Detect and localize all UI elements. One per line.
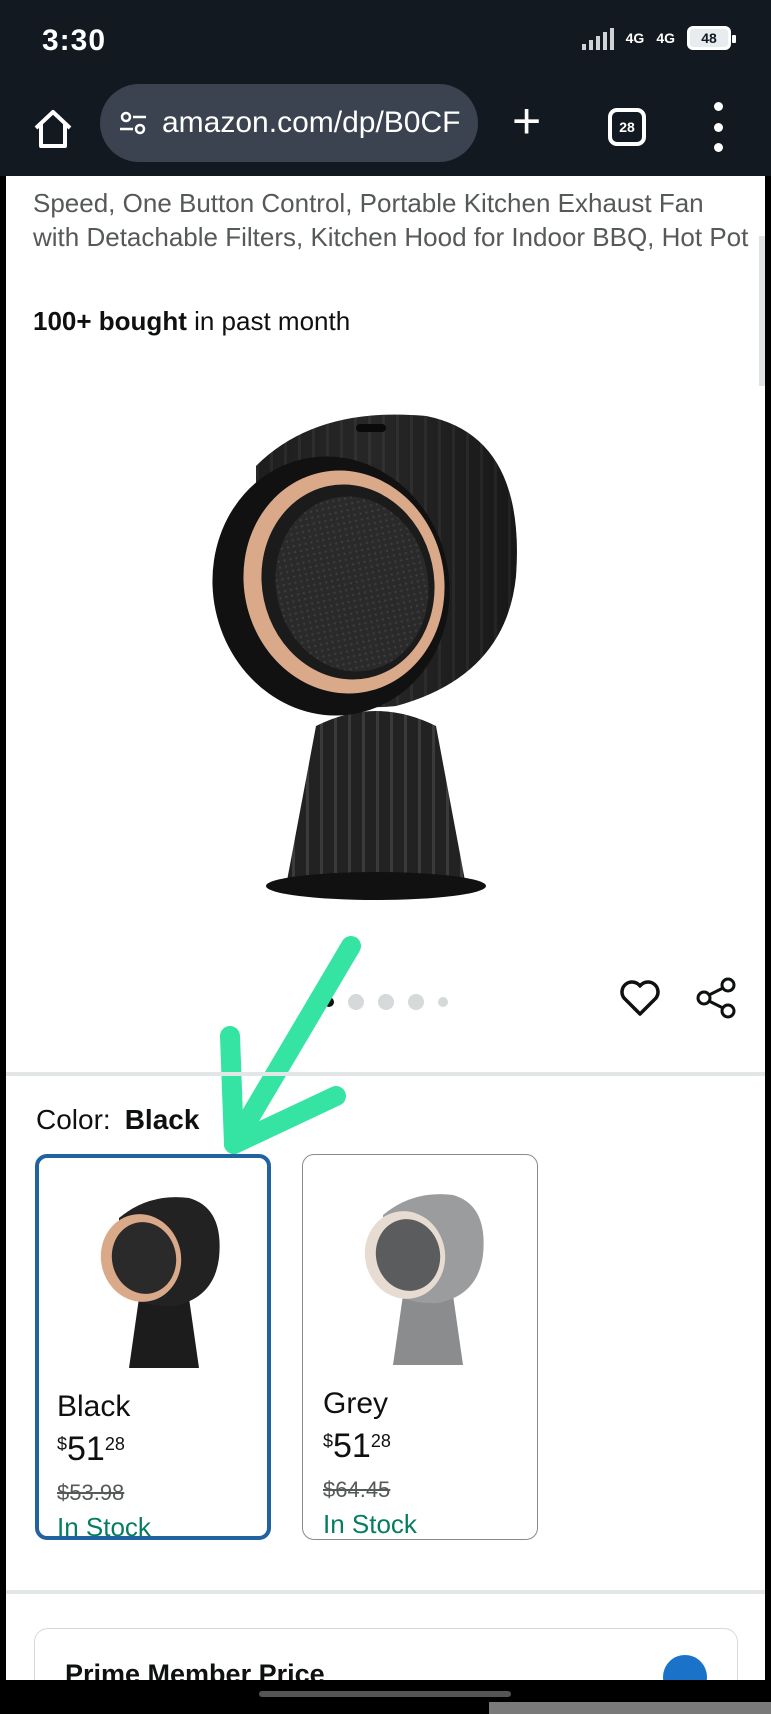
section-divider (6, 1590, 765, 1594)
tab-count: 28 (619, 119, 635, 135)
price-cents: 28 (104, 1434, 125, 1454)
url-text[interactable]: amazon.com/dp/B0CF (162, 106, 472, 140)
color-option-list-price: $64.45 (323, 1477, 391, 1502)
carousel-dot[interactable] (438, 997, 448, 1007)
share-icon[interactable] (694, 976, 738, 1020)
prime-price-card[interactable]: Prime Member Price (34, 1628, 738, 1680)
product-title[interactable]: Speed, One Button Control, Portable Kitc… (33, 186, 753, 254)
color-selector-label: Color: Black (36, 1104, 199, 1136)
status-icons: 4G 4G 48 (581, 26, 736, 50)
color-option-black[interactable]: Black $5128 $53.98 In Stock (35, 1154, 271, 1542)
color-option-stock: In Stock (57, 1512, 151, 1542)
home-icon[interactable] (30, 106, 76, 152)
color-option-grey[interactable]: Grey $5128 $64.45 In Stock (302, 1154, 538, 1540)
color-option-name: Black (57, 1390, 131, 1423)
address-bar[interactable]: amazon.com/dp/B0CF (100, 84, 478, 162)
price-symbol: $ (57, 1434, 68, 1454)
carousel-dot[interactable] (408, 994, 424, 1010)
bought-count-bold: 100+ bought (33, 306, 187, 336)
color-option-name: Grey (323, 1387, 389, 1420)
carousel-dot[interactable] (378, 994, 394, 1010)
signal-icon (581, 26, 614, 50)
system-nav-bar (0, 1680, 771, 1714)
color-option-price: $5128 (57, 1430, 125, 1469)
page-content: Speed, One Button Control, Portable Kitc… (6, 176, 765, 1680)
color-option-image (364, 1194, 484, 1365)
color-option-stock: In Stock (323, 1509, 417, 1539)
price-symbol: $ (323, 1431, 334, 1451)
battery-level: 48 (701, 30, 717, 46)
browser-toolbar: amazon.com/dp/B0CF + 28 (0, 84, 771, 176)
price-cents: 28 (370, 1431, 391, 1451)
bottom-bar (489, 1702, 771, 1714)
color-option-image (100, 1197, 220, 1368)
annotation-arrow-icon (220, 936, 361, 1154)
tabs-icon[interactable]: 28 (608, 108, 646, 146)
color-option-price: $5128 (323, 1427, 391, 1466)
scrollbar-thumb[interactable] (759, 236, 765, 386)
network-type-2: 4G (656, 30, 675, 46)
prime-logo-icon (663, 1655, 707, 1680)
bought-count-rest: in past month (186, 306, 351, 336)
plus-icon[interactable]: + (512, 96, 541, 146)
price-whole: 51 (333, 1427, 371, 1465)
section-divider (6, 1072, 765, 1076)
tune-icon[interactable] (118, 108, 148, 138)
battery-icon: 48 (687, 26, 736, 50)
status-time: 3:30 (42, 24, 107, 57)
prime-price-label: Prime Member Price (65, 1659, 325, 1680)
status-bar: 3:30 4G 4G 48 (0, 0, 771, 84)
color-option-list-price: $53.98 (57, 1480, 125, 1505)
color-selected-value: Black (124, 1104, 200, 1135)
network-type-1: 4G (625, 30, 645, 46)
price-whole: 51 (67, 1430, 105, 1468)
scrollbar[interactable] (759, 176, 765, 1680)
product-image[interactable] (186, 346, 586, 906)
heart-icon[interactable] (618, 976, 662, 1020)
bought-count: 100+ bought in past month (33, 306, 350, 337)
gesture-handle[interactable] (259, 1691, 511, 1697)
more-vert-icon[interactable] (710, 102, 726, 152)
color-label: Color: (36, 1104, 111, 1135)
